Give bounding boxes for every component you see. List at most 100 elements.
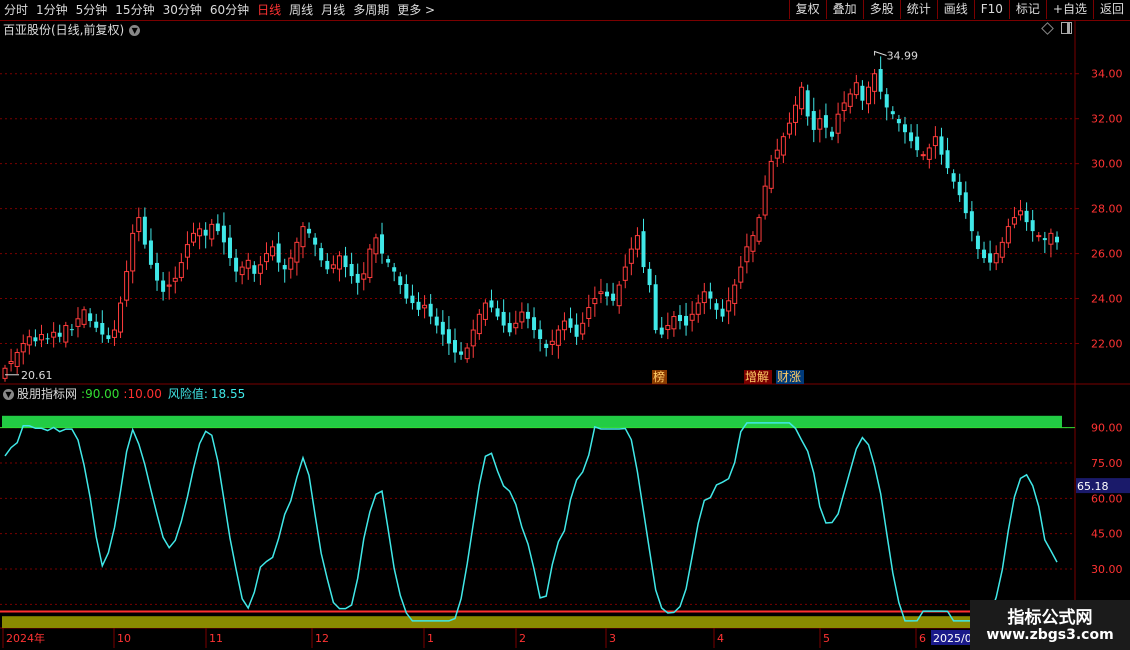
candle-body [446,329,451,344]
candle-body [1048,232,1054,245]
candle-body [1036,235,1042,238]
candle-body [793,104,799,123]
tab-15min[interactable]: 15分钟 [111,0,158,20]
risk-label: 风险值: [167,387,208,401]
indicator-axis-label: 60.00 [1091,492,1123,505]
time-axis-label: 2024年 [6,631,45,645]
high-price-label: 34.99 [887,49,919,62]
candle-body [94,321,99,328]
candle-body [1030,220,1035,232]
tab-monthly[interactable]: 月线 [317,0,349,20]
tab-60min[interactable]: 60分钟 [206,0,253,20]
indicator-axis-label: 75.00 [1091,457,1123,470]
candle-body [294,241,300,263]
add-watchlist-button[interactable]: +自选 [1045,0,1093,19]
candle-body [561,320,567,331]
stock-title: 百亚股份(日线,前复权) [3,23,125,37]
candle-body [459,351,464,355]
candle-body [1055,236,1059,243]
candle-body [45,338,50,340]
candle-body [26,336,32,346]
tab-1min[interactable]: 1分钟 [32,0,72,20]
candle-body [428,303,433,317]
candle-body [653,284,658,331]
time-current-box [931,630,971,645]
candle-body [896,119,901,124]
candle-body [245,259,251,269]
current-value-box [1076,478,1130,494]
diamond-icon[interactable] [1041,22,1054,35]
candle-body [367,248,373,279]
price-axis-label: 30.00 [1091,158,1123,171]
tab-daily[interactable]: 日线 [253,0,285,20]
tab-multi-period[interactable]: 多周期 [349,0,393,20]
overlay-button[interactable]: 叠加 [825,0,863,19]
panel-toggle-icon[interactable] [1061,22,1072,34]
candle-body [555,329,561,346]
candle-body [549,340,555,345]
event-tag-bg [744,370,772,384]
candle-body [786,122,792,135]
candle-body [525,311,530,319]
tab-30min[interactable]: 30分钟 [159,0,206,20]
event-tag: 增解 [745,370,769,384]
time-axis-label: 2025/0 [933,632,972,645]
tab-5min[interactable]: 5分钟 [72,0,112,20]
candle-body [38,334,44,341]
candle-body [963,192,968,214]
high-marker [874,50,887,56]
candle-body [574,324,579,337]
candle-body [853,82,859,96]
mark-button[interactable]: 标记 [1008,0,1046,19]
candle-body [969,211,974,232]
candle-body [647,268,652,286]
statistics-button[interactable]: 统计 [899,0,937,19]
tab-more[interactable]: 更多 > [393,0,439,20]
candle-body [932,136,938,147]
tab-weekly[interactable]: 周线 [285,0,317,20]
tab-fenshi[interactable]: 分时 [0,0,32,20]
multi-stock-button[interactable]: 多股 [862,0,900,19]
candle-body [234,257,239,272]
candle-body [634,235,640,250]
candle-body [993,253,999,264]
upper-band [2,415,1062,428]
candle-body [909,132,914,142]
period-tabs: 分时 1分钟 5分钟 15分钟 30分钟 60分钟 日线 周线 月线 多周期 更… [0,0,439,20]
current-value-label: 65.18 [1077,480,1109,493]
candle-body [257,264,263,274]
chart-canvas: 榜 增解 财涨 34.00 32.00 30.00 28.00 26.00 24.00 22.0… [0,21,1130,650]
time-axis-label: 11 [209,632,223,645]
candle-body [69,329,74,331]
candle-body [380,234,385,254]
candle-body [780,136,786,156]
low-price-label: 20.61 [21,369,53,382]
candle-body [939,136,944,155]
candle-body [799,86,805,110]
candle-body [440,321,445,335]
candle-body [161,280,166,292]
candle-body [732,284,738,304]
upper-value: 90.00 [85,387,120,401]
candle-body [336,255,342,270]
chevron-down-icon[interactable]: ▼ [129,24,141,36]
event-tag-bg [652,370,667,384]
candle-body [671,316,677,330]
candle-body [410,295,415,304]
draw-line-button[interactable]: 画线 [936,0,974,19]
candle-body [616,284,622,307]
f10-button[interactable]: F10 [973,0,1009,19]
restore-rights-button[interactable]: 复权 [788,0,826,19]
candle-body [118,302,124,333]
candle-body [519,311,525,323]
candle-body [830,131,835,137]
candle-body [349,263,354,277]
chevron-down-icon[interactable]: ▼ [3,388,14,400]
candle-body [470,329,476,347]
candle-body [951,173,956,182]
candle-body [805,90,810,117]
candle-body [136,217,142,233]
candle-body [811,111,816,130]
candle-body [538,329,543,340]
back-button[interactable]: 返回 [1092,0,1130,19]
